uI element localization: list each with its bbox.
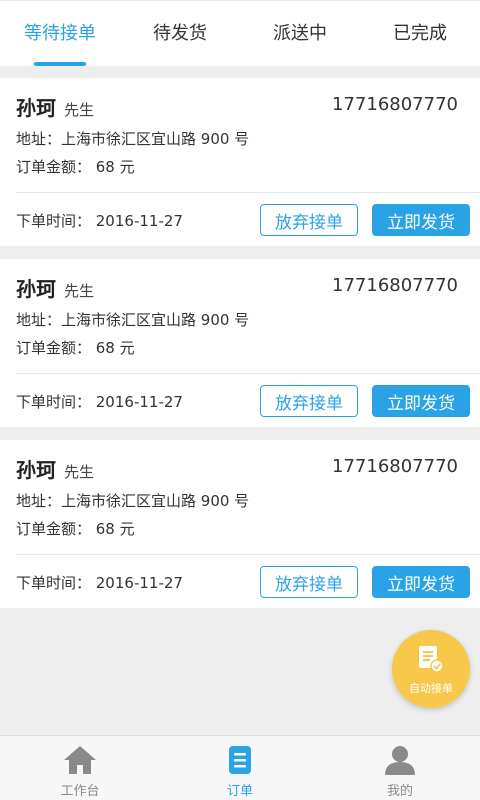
- home-icon: [62, 744, 98, 780]
- order-document-icon: [226, 744, 254, 780]
- nav-orders[interactable]: 订单: [160, 736, 320, 800]
- tab-delivering[interactable]: 派送中: [240, 1, 360, 66]
- divider: [16, 373, 480, 374]
- abandon-order-button[interactable]: 放弃接单: [260, 204, 358, 236]
- customer-title: 先生: [64, 101, 95, 119]
- nav-workbench[interactable]: 工作台: [0, 736, 160, 800]
- tab-label: 派送中: [273, 23, 327, 44]
- bottom-nav: 工作台 订单 我的: [0, 735, 480, 800]
- order-card[interactable]: 孙珂 先生 17716807770 地址：上海市徐汇区宜山路 900 号 订单金额…: [0, 440, 480, 608]
- auto-accept-label: 自动接单: [409, 682, 453, 695]
- divider: [16, 554, 480, 555]
- order-time: 下单时间： 2016-11-27: [16, 574, 183, 592]
- order-amount: 订单金额： 68 元: [16, 520, 135, 538]
- customer-phone[interactable]: 17716807770: [332, 275, 458, 296]
- order-time: 下单时间： 2016-11-27: [16, 212, 183, 230]
- order-card[interactable]: 孙珂 先生 17716807770 地址：上海市徐汇区宜山路 900 号 订单金额…: [0, 259, 480, 427]
- ship-now-button[interactable]: 立即发货: [372, 204, 470, 236]
- customer-phone[interactable]: 17716807770: [332, 94, 458, 115]
- user-icon: [383, 744, 417, 780]
- order-list: 孙珂 先生 17716807770 地址：上海市徐汇区宜山路 900 号 订单金额…: [0, 78, 480, 621]
- customer-phone[interactable]: 17716807770: [332, 456, 458, 477]
- customer-name-line: 孙珂 先生: [16, 92, 94, 121]
- customer-name: 孙珂: [16, 96, 56, 120]
- divider: [16, 192, 480, 193]
- tab-to-ship[interactable]: 待发货: [120, 1, 240, 66]
- customer-name-line: 孙珂 先生: [16, 454, 94, 483]
- tab-label: 等待接单: [24, 23, 96, 44]
- tab-label: 已完成: [393, 23, 447, 44]
- abandon-order-button[interactable]: 放弃接单: [260, 385, 358, 417]
- customer-name: 孙珂: [16, 277, 56, 301]
- nav-mine[interactable]: 我的: [320, 736, 480, 800]
- order-card[interactable]: 孙珂 先生 17716807770 地址：上海市徐汇区宜山路 900 号 订单金额…: [0, 78, 480, 246]
- nav-label: 我的: [386, 784, 413, 799]
- customer-title: 先生: [64, 463, 95, 481]
- customer-name: 孙珂: [16, 458, 56, 482]
- order-amount: 订单金额： 68 元: [16, 339, 135, 357]
- screen: 等待接单 待发货 派送中 已完成 孙珂 先生 17716807770 地址：上海市…: [0, 0, 480, 800]
- document-check-icon: [417, 644, 445, 678]
- nav-label: 订单: [226, 784, 253, 799]
- ship-now-button[interactable]: 立即发货: [372, 566, 470, 598]
- nav-label: 工作台: [60, 784, 100, 799]
- tab-waiting-accept[interactable]: 等待接单: [0, 1, 120, 66]
- order-time: 下单时间： 2016-11-27: [16, 393, 183, 411]
- order-status-tabs: 等待接单 待发货 派送中 已完成: [0, 0, 480, 66]
- abandon-order-button[interactable]: 放弃接单: [260, 566, 358, 598]
- tab-completed[interactable]: 已完成: [360, 1, 480, 66]
- tab-active-indicator: [34, 62, 86, 66]
- customer-name-line: 孙珂 先生: [16, 273, 94, 302]
- ship-now-button[interactable]: 立即发货: [372, 385, 470, 417]
- tab-label: 待发货: [153, 23, 207, 44]
- order-address: 地址：上海市徐汇区宜山路 900 号: [16, 311, 250, 329]
- auto-accept-button[interactable]: 自动接单: [392, 630, 470, 708]
- order-address: 地址：上海市徐汇区宜山路 900 号: [16, 130, 250, 148]
- order-amount: 订单金额： 68 元: [16, 158, 135, 176]
- customer-title: 先生: [64, 282, 95, 300]
- order-address: 地址：上海市徐汇区宜山路 900 号: [16, 492, 250, 510]
